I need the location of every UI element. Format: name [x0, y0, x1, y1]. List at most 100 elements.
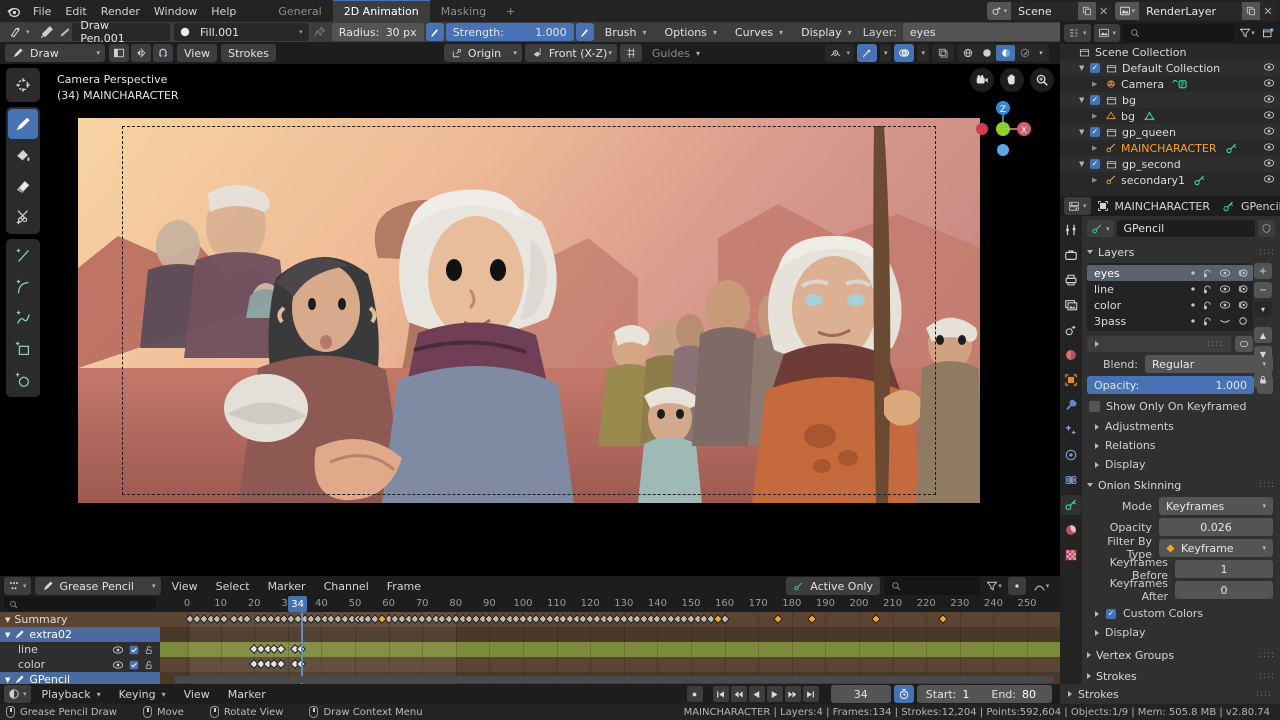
chevron-down-icon[interactable]: ▼	[1079, 160, 1090, 168]
curves-menu[interactable]: Curves	[728, 23, 790, 41]
keyframes-before-value[interactable]: 1	[1175, 560, 1273, 578]
layer-masks-subpanel[interactable]: ::::	[1087, 336, 1231, 352]
menu-window[interactable]: Window	[147, 1, 204, 21]
filter-funnel-icon[interactable]: ▾	[984, 580, 1004, 592]
outliner-row-bg[interactable]: ▼bg	[1060, 92, 1280, 108]
chevron-down-icon[interactable]: ▼	[5, 631, 10, 639]
start-frame-value[interactable]: 1	[962, 688, 985, 701]
chevron-down-icon[interactable]: ▼	[1079, 96, 1090, 104]
mask-icon[interactable]	[1202, 300, 1213, 311]
view-layer-selector[interactable]: ▾ RenderLayer ✕	[1115, 2, 1276, 20]
pin-icon[interactable]	[313, 26, 326, 39]
radius-pressure-icon[interactable]	[426, 23, 444, 41]
opacity-row[interactable]: Opacity: 1.000	[1087, 376, 1273, 394]
channel-list[interactable]: ▼Summary▼extra02linecolor▼GPencil	[0, 612, 160, 684]
material-selector[interactable]: Fill.001 ▾	[174, 23, 309, 41]
display-menu[interactable]: Display	[794, 23, 859, 41]
mirror-icon[interactable]	[131, 44, 151, 62]
output-tab-icon[interactable]	[1061, 270, 1081, 290]
timeline-ruler[interactable]: 0102030405060708090100110120130140150160…	[160, 596, 1060, 612]
mask-icon[interactable]	[1202, 316, 1213, 327]
pivot-point-selector[interactable]: Origin ▾	[444, 44, 522, 62]
checkbox-icon[interactable]	[129, 645, 139, 655]
move-down-icon[interactable]: ▼	[1254, 346, 1272, 362]
guides-icon[interactable]	[620, 44, 642, 62]
eye-open-icon[interactable]	[1263, 174, 1275, 187]
onion-on-icon[interactable]	[1237, 299, 1249, 311]
layer-row-eyes[interactable]: eyes	[1087, 265, 1253, 281]
show-only-keyframed-row[interactable]: Show Only On Keyframed	[1087, 400, 1275, 413]
outliner-search-input[interactable]	[1123, 24, 1234, 42]
onion-on-icon[interactable]	[1237, 283, 1249, 295]
outliner-row-label[interactable]: bg	[1121, 110, 1135, 123]
breadcrumb-data[interactable]: GPencil	[1241, 200, 1280, 213]
render-tab-icon[interactable]	[1061, 245, 1081, 265]
playback-menu[interactable]: Playback	[35, 684, 108, 704]
scene-name[interactable]: Scene	[1011, 5, 1078, 18]
channel-label[interactable]: color	[18, 658, 45, 671]
channel-label[interactable]: extra02	[29, 628, 72, 641]
strokes-panel[interactable]: Strokes ::::	[1087, 667, 1275, 684]
world-tab-icon[interactable]	[1061, 345, 1081, 365]
current-frame-field[interactable]: 34	[831, 685, 891, 703]
layer-mask-toggle-icon[interactable]	[1235, 336, 1253, 352]
properties-editor-icon[interactable]: ▾	[1064, 197, 1091, 215]
chevron-down-icon[interactable]: ▼	[1079, 128, 1090, 136]
eye-open-icon[interactable]	[112, 660, 124, 670]
strength-slider[interactable]: Strength: 1.000	[446, 23, 574, 41]
gizmo-chevron-icon[interactable]: ▾	[880, 44, 892, 62]
viewport-toolbar[interactable]	[6, 68, 40, 397]
gpencil-data-browse-icon[interactable]: ▾	[1087, 220, 1114, 237]
unlock-icon[interactable]	[144, 645, 154, 655]
layer-dot-icon[interactable]	[1190, 286, 1196, 292]
eye-open-icon[interactable]	[1263, 158, 1275, 171]
outliner-display-icon[interactable]: ▾	[1064, 24, 1091, 42]
xray-icon[interactable]	[932, 44, 954, 62]
overlays-icon[interactable]	[894, 44, 914, 62]
outliner-row-scene-collection[interactable]: Scene Collection	[1060, 44, 1280, 60]
scene-tab-icon[interactable]	[1061, 320, 1081, 340]
duplicate-icon[interactable]	[1078, 2, 1096, 20]
display-section[interactable]: Display	[1087, 455, 1275, 474]
layers-side-buttons[interactable]: + − ▾ ▲ ▼	[1254, 263, 1272, 388]
material-name[interactable]: Fill.001	[196, 26, 299, 39]
keyframes-after-row[interactable]: Keyframes After 0	[1087, 581, 1273, 599]
onion-on-icon[interactable]	[1237, 267, 1249, 279]
particles-tab-icon[interactable]	[1061, 445, 1081, 465]
outliner-row-label[interactable]: Default Collection	[1122, 62, 1220, 75]
pan-hand-icon[interactable]	[1000, 68, 1024, 92]
playbar-view-menu[interactable]: View	[177, 684, 217, 704]
close-icon[interactable]: ✕	[1260, 2, 1276, 20]
chevron-right-icon[interactable]: ▶	[1092, 80, 1103, 88]
shading-rendered-icon[interactable]	[1015, 45, 1034, 61]
custom-colors-section[interactable]: Custom Colors	[1087, 604, 1275, 623]
remove-layer-icon[interactable]: −	[1254, 282, 1272, 298]
outliner-row-label[interactable]: gp_second	[1122, 158, 1181, 171]
dopesheet-editor[interactable]: ▾ Grease Pencil ▾ View Select Marker Cha…	[0, 576, 1060, 684]
checkbox-icon[interactable]	[129, 660, 139, 670]
show-only-keyframed-checkbox[interactable]	[1089, 401, 1100, 412]
outliner-checkbox[interactable]	[1090, 95, 1100, 105]
shading-solid-icon[interactable]	[977, 45, 996, 61]
add-workspace-button[interactable]: +	[497, 0, 524, 22]
box-tool-icon[interactable]	[8, 334, 38, 364]
record-icon[interactable]	[687, 686, 703, 702]
options-menu[interactable]: Options	[657, 23, 723, 41]
3d-viewport[interactable]: Camera Perspective (34) MAINCHARACTER Z	[0, 64, 1060, 576]
properties-editor[interactable]: ▾ MAINCHARACTER GPencil	[1060, 196, 1280, 684]
material-tab-icon[interactable]	[1061, 520, 1081, 540]
custom-colors-checkbox[interactable]	[1106, 609, 1116, 619]
dopesheet-scrollbar[interactable]	[174, 676, 1054, 683]
menu-file[interactable]: File	[26, 1, 58, 21]
draw-tool-icon[interactable]	[8, 109, 38, 139]
channel-label[interactable]: line	[18, 643, 38, 656]
blender-logo-icon[interactable]	[0, 4, 26, 19]
dope-menu-view[interactable]: View	[165, 576, 205, 596]
mask-icon[interactable]	[1202, 284, 1213, 295]
layer-row-3pass[interactable]: 3pass	[1087, 313, 1253, 329]
eye-closed-icon[interactable]	[1219, 316, 1231, 326]
jump-start-icon[interactable]	[713, 686, 729, 702]
onion-filter-value[interactable]: Keyframe ▾	[1159, 539, 1273, 557]
visual-effects-tab-icon[interactable]	[1061, 420, 1081, 440]
dopesheet-editor-icon[interactable]: ▾	[4, 577, 31, 595]
